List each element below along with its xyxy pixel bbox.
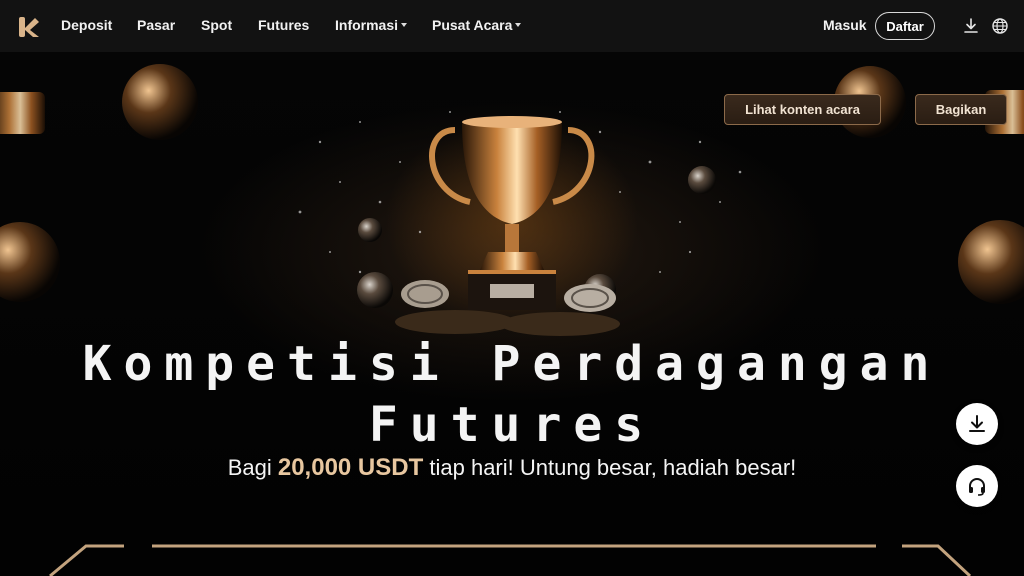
hero-banner: Lihat konten acara Bagikan Kompetisi Per… <box>0 52 1024 576</box>
register-button[interactable]: Daftar <box>875 12 935 40</box>
share-button[interactable]: Bagikan <box>915 94 1007 125</box>
floating-support-button[interactable] <box>956 465 998 507</box>
top-navbar: Deposit Pasar Spot Futures Informasi Pus… <box>0 0 1024 52</box>
decorative-frame <box>49 544 972 576</box>
page: Deposit Pasar Spot Futures Informasi Pus… <box>0 0 1024 576</box>
prize-amount: 20,000 USDT <box>277 454 424 481</box>
floating-download-button[interactable] <box>956 403 998 445</box>
nav-event-center[interactable]: Pusat Acara <box>432 17 522 33</box>
subtitle-suffix: tiap hari! Untung besar, hadiah besar! <box>423 455 797 480</box>
hero-title-line-1: Kompetisi Perdagangan <box>82 336 942 392</box>
subtitle-prefix: Bagi <box>227 455 278 480</box>
nav-information-label: Informasi <box>335 17 399 33</box>
nav-event-center-label: Pusat Acara <box>432 17 513 33</box>
globe-icon[interactable] <box>991 17 1009 35</box>
nav-deposit[interactable]: Deposit <box>61 17 112 33</box>
nav-information[interactable]: Informasi <box>335 17 408 33</box>
hero-subtitle: Bagi 20,000 USDT tiap hari! Untung besar… <box>0 454 1024 482</box>
hero-title-line-2: Futures <box>368 397 656 453</box>
login-link[interactable]: Masuk <box>823 17 867 33</box>
chevron-down-icon <box>515 23 522 28</box>
chevron-down-icon <box>401 23 408 28</box>
view-event-content-button[interactable]: Lihat konten acara <box>724 94 881 125</box>
headset-icon <box>969 478 985 496</box>
nav-market[interactable]: Pasar <box>137 17 175 33</box>
nav-spot[interactable]: Spot <box>201 17 232 33</box>
main-nav: Deposit Pasar Spot Futures Informasi Pus… <box>0 0 1024 52</box>
download-icon <box>969 415 985 432</box>
nav-futures[interactable]: Futures <box>258 17 309 33</box>
download-icon[interactable] <box>962 17 980 35</box>
